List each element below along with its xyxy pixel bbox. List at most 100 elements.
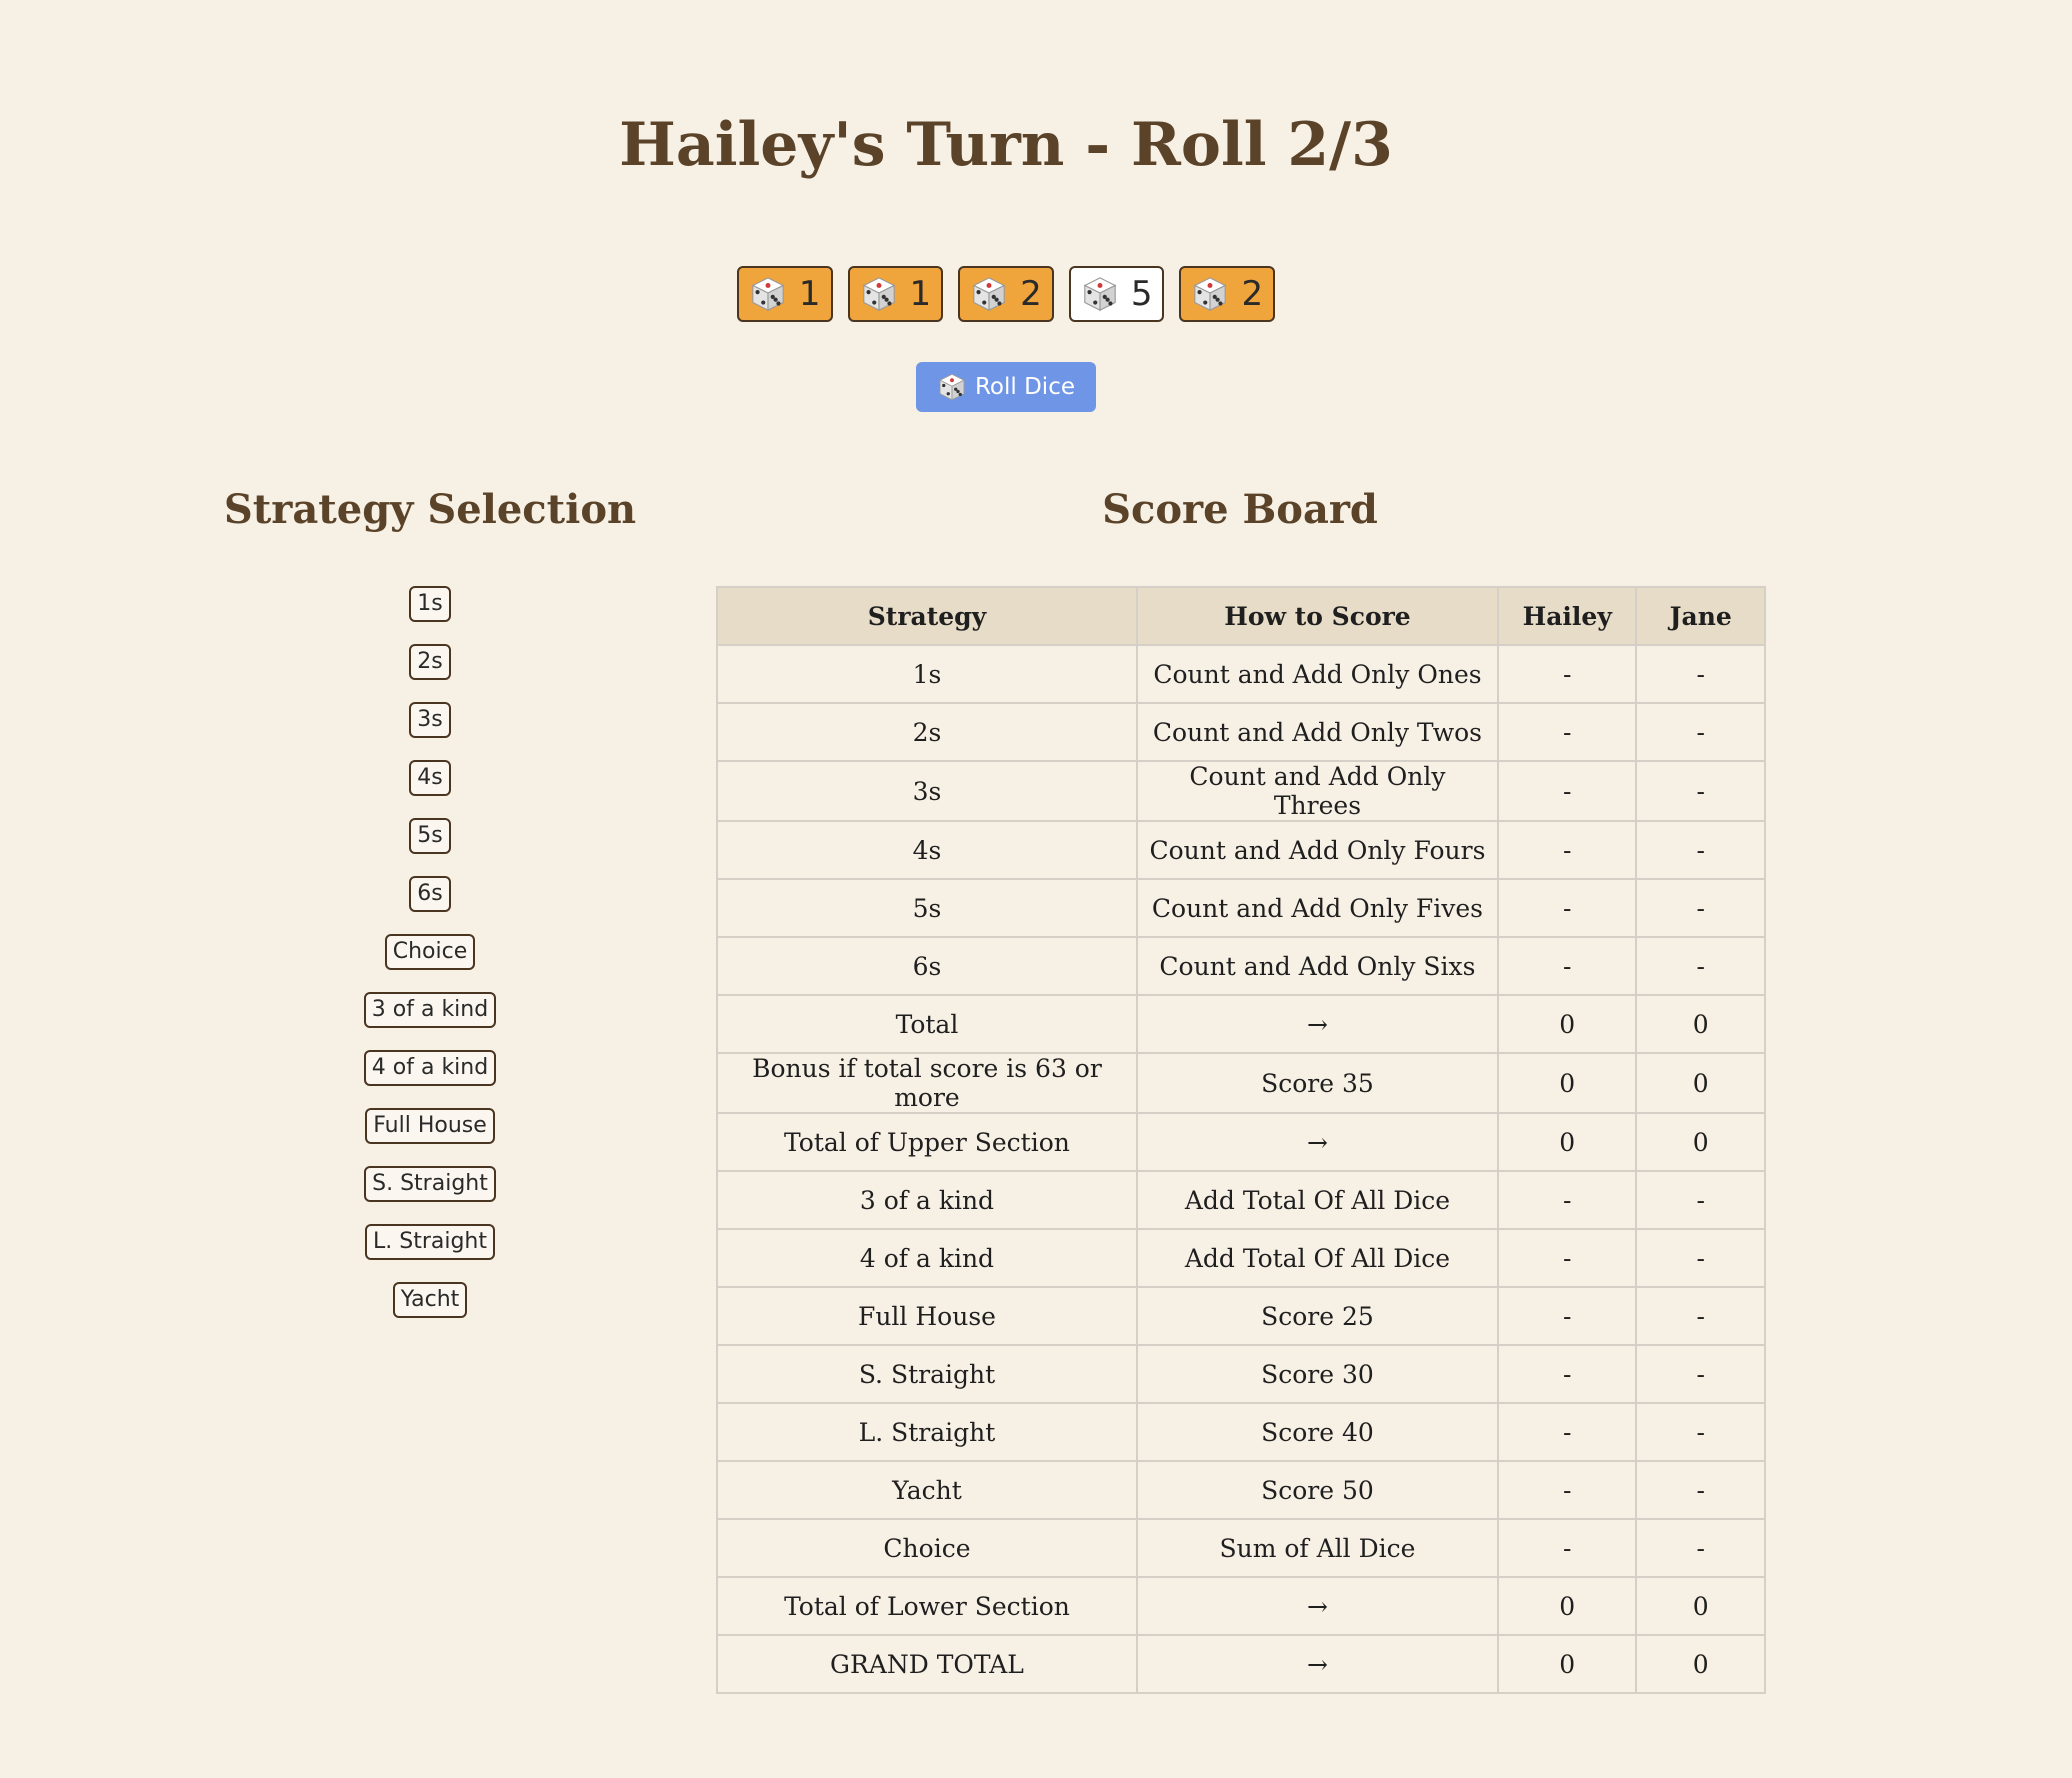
strategy-cell: Choice bbox=[716, 1518, 1138, 1578]
hailey-score-cell: - bbox=[1496, 1170, 1638, 1230]
strategy-cell: 5s bbox=[716, 878, 1138, 938]
jane-score-cell: - bbox=[1635, 1344, 1766, 1404]
table-row: Bonus if total score is 63 or more Score … bbox=[716, 1052, 1766, 1114]
hailey-score-cell: - bbox=[1496, 702, 1638, 762]
strategy-cell: Yacht bbox=[716, 1460, 1138, 1520]
die-1[interactable]: 1 bbox=[736, 266, 833, 322]
hailey-score-cell: - bbox=[1496, 1460, 1638, 1520]
strategy-cell: 4 of a kind bbox=[716, 1228, 1138, 1288]
scoreboard-heading: Score Board bbox=[1102, 486, 1378, 533]
jane-score-cell: - bbox=[1635, 760, 1766, 822]
jane-score-cell: 0 bbox=[1635, 994, 1766, 1054]
die-5[interactable]: 2 bbox=[1179, 266, 1276, 322]
strategy-button-full-house[interactable]: Full House bbox=[365, 1108, 495, 1144]
how-to-score-cell: Score 30 bbox=[1135, 1344, 1499, 1404]
dice-row: 1 1 2 5 2 bbox=[0, 266, 2012, 322]
strategy-button-1s[interactable]: 1s bbox=[409, 586, 451, 622]
how-to-score-cell: Score 25 bbox=[1135, 1286, 1499, 1346]
how-to-score-cell: → bbox=[1135, 1112, 1499, 1172]
hailey-score-cell: - bbox=[1496, 760, 1638, 822]
die-icon bbox=[1081, 275, 1119, 313]
strategy-button-4-of-a-kind[interactable]: 4 of a kind bbox=[363, 1050, 497, 1086]
jane-score-cell: - bbox=[1635, 878, 1766, 938]
strategy-cell: Total of Upper Section bbox=[716, 1112, 1138, 1172]
strategy-button-2s[interactable]: 2s bbox=[409, 644, 451, 680]
turn-title: Hailey's Turn - Roll 2/3 bbox=[619, 110, 1393, 180]
hailey-score-cell: - bbox=[1496, 936, 1638, 996]
table-row: Total of Lower Section → 0 0 bbox=[716, 1576, 1766, 1636]
die-2[interactable]: 1 bbox=[847, 266, 944, 322]
strategy-cell: 3 of a kind bbox=[716, 1170, 1138, 1230]
table-row: 6s Count and Add Only Sixs - - bbox=[716, 936, 1766, 996]
header-player-jane: Jane bbox=[1635, 586, 1766, 646]
jane-score-cell: 0 bbox=[1635, 1112, 1766, 1172]
how-to-score-cell: → bbox=[1135, 1576, 1499, 1636]
table-row: Full House Score 25- - bbox=[716, 1286, 1766, 1346]
table-row: Total → 0 0 bbox=[716, 994, 1766, 1054]
die-value: 2 bbox=[1020, 274, 1042, 314]
hailey-score-cell: - bbox=[1496, 1402, 1638, 1462]
strategy-button-3-of-a-kind[interactable]: 3 of a kind bbox=[363, 992, 497, 1028]
strategy-button-large-straight[interactable]: L. Straight bbox=[364, 1224, 495, 1260]
strategy-button-small-straight[interactable]: S. Straight bbox=[364, 1166, 496, 1202]
how-to-score-cell: Add Total Of All Dice bbox=[1135, 1228, 1499, 1288]
hailey-score-cell: - bbox=[1496, 1286, 1638, 1346]
strategy-button-4s[interactable]: 4s bbox=[409, 760, 451, 796]
table-row: 4 of a kind Add Total Of All Dice - - bbox=[716, 1228, 1766, 1288]
table-row: L. Straight Score 40- - bbox=[716, 1402, 1766, 1462]
table-row: 3s Count and Add Only Threes - - bbox=[716, 760, 1766, 822]
hailey-score-cell: 0 bbox=[1496, 1634, 1638, 1694]
jane-score-cell: - bbox=[1635, 820, 1766, 880]
how-to-score-cell: Count and Add Only Fours bbox=[1135, 820, 1499, 880]
how-to-score-cell: Sum of All Dice bbox=[1135, 1518, 1499, 1578]
hailey-score-cell: 0 bbox=[1496, 994, 1638, 1054]
how-to-score-cell: Count and Add Only Ones bbox=[1135, 644, 1499, 704]
strategy-cell: Total bbox=[716, 994, 1138, 1054]
jane-score-cell: - bbox=[1635, 1518, 1766, 1578]
header-how-to-score: How to Score bbox=[1135, 586, 1499, 646]
strategy-cell: Total of Lower Section bbox=[716, 1576, 1138, 1636]
scoreboard-table: Strategy How to Score Hailey Jane 1s Coun… bbox=[716, 586, 1766, 1694]
jane-score-cell: - bbox=[1635, 936, 1766, 996]
jane-score-cell: - bbox=[1635, 1286, 1766, 1346]
strategy-cell: Bonus if total score is 63 or more bbox=[716, 1052, 1138, 1114]
table-row: S. Straight Score 30- - bbox=[716, 1344, 1766, 1404]
die-4[interactable]: 5 bbox=[1068, 266, 1165, 322]
jane-score-cell: - bbox=[1635, 1460, 1766, 1520]
die-icon bbox=[749, 275, 787, 313]
strategy-cell: 1s bbox=[716, 644, 1138, 704]
strategy-button-yacht[interactable]: Yacht bbox=[392, 1282, 468, 1318]
strategy-list: 1s 2s 3s 4s 5s 6s Choice 3 of a kind 4 o… bbox=[230, 586, 630, 1318]
strategy-cell: L. Straight bbox=[716, 1402, 1138, 1462]
die-value: 2 bbox=[1241, 274, 1264, 314]
jane-score-cell: - bbox=[1635, 644, 1766, 704]
jane-score-cell: - bbox=[1635, 1228, 1766, 1288]
die-value: 1 bbox=[909, 274, 932, 314]
roll-dice-button[interactable]: Roll Dice bbox=[916, 362, 1096, 412]
hailey-score-cell: - bbox=[1496, 1344, 1638, 1404]
table-row: 1s Count and Add Only Ones - - bbox=[716, 644, 1766, 704]
how-to-score-cell: Count and Add Only Twos bbox=[1135, 702, 1499, 762]
table-row: 3 of a kind Add Total Of All Dice - - bbox=[716, 1170, 1766, 1230]
strategy-button-choice[interactable]: Choice bbox=[384, 934, 476, 970]
table-row: Total of Upper Section → 0 0 bbox=[716, 1112, 1766, 1172]
die-icon bbox=[970, 275, 1008, 313]
hailey-score-cell: 0 bbox=[1496, 1576, 1638, 1636]
how-to-score-cell: Count and Add Only Threes bbox=[1135, 760, 1499, 822]
strategy-button-6s[interactable]: 6s bbox=[409, 876, 451, 912]
jane-score-cell: - bbox=[1635, 702, 1766, 762]
how-to-score-cell: Score 50 bbox=[1135, 1460, 1499, 1520]
hailey-score-cell: - bbox=[1496, 878, 1638, 938]
jane-score-cell: - bbox=[1635, 1402, 1766, 1462]
hailey-score-cell: - bbox=[1496, 644, 1638, 704]
how-to-score-cell: → bbox=[1135, 1634, 1499, 1694]
strategy-button-3s[interactable]: 3s bbox=[409, 702, 451, 738]
roll-dice-label: Roll Dice bbox=[974, 374, 1075, 400]
die-3[interactable]: 2 bbox=[958, 266, 1054, 322]
how-to-score-cell: → bbox=[1135, 994, 1499, 1054]
strategy-button-5s[interactable]: 5s bbox=[409, 818, 451, 854]
how-to-score-cell: Score 40 bbox=[1135, 1402, 1499, 1462]
hailey-score-cell: 0 bbox=[1496, 1052, 1638, 1114]
jane-score-cell: 0 bbox=[1635, 1052, 1766, 1114]
table-row: GRAND TOTAL → 0 0 bbox=[716, 1634, 1766, 1694]
